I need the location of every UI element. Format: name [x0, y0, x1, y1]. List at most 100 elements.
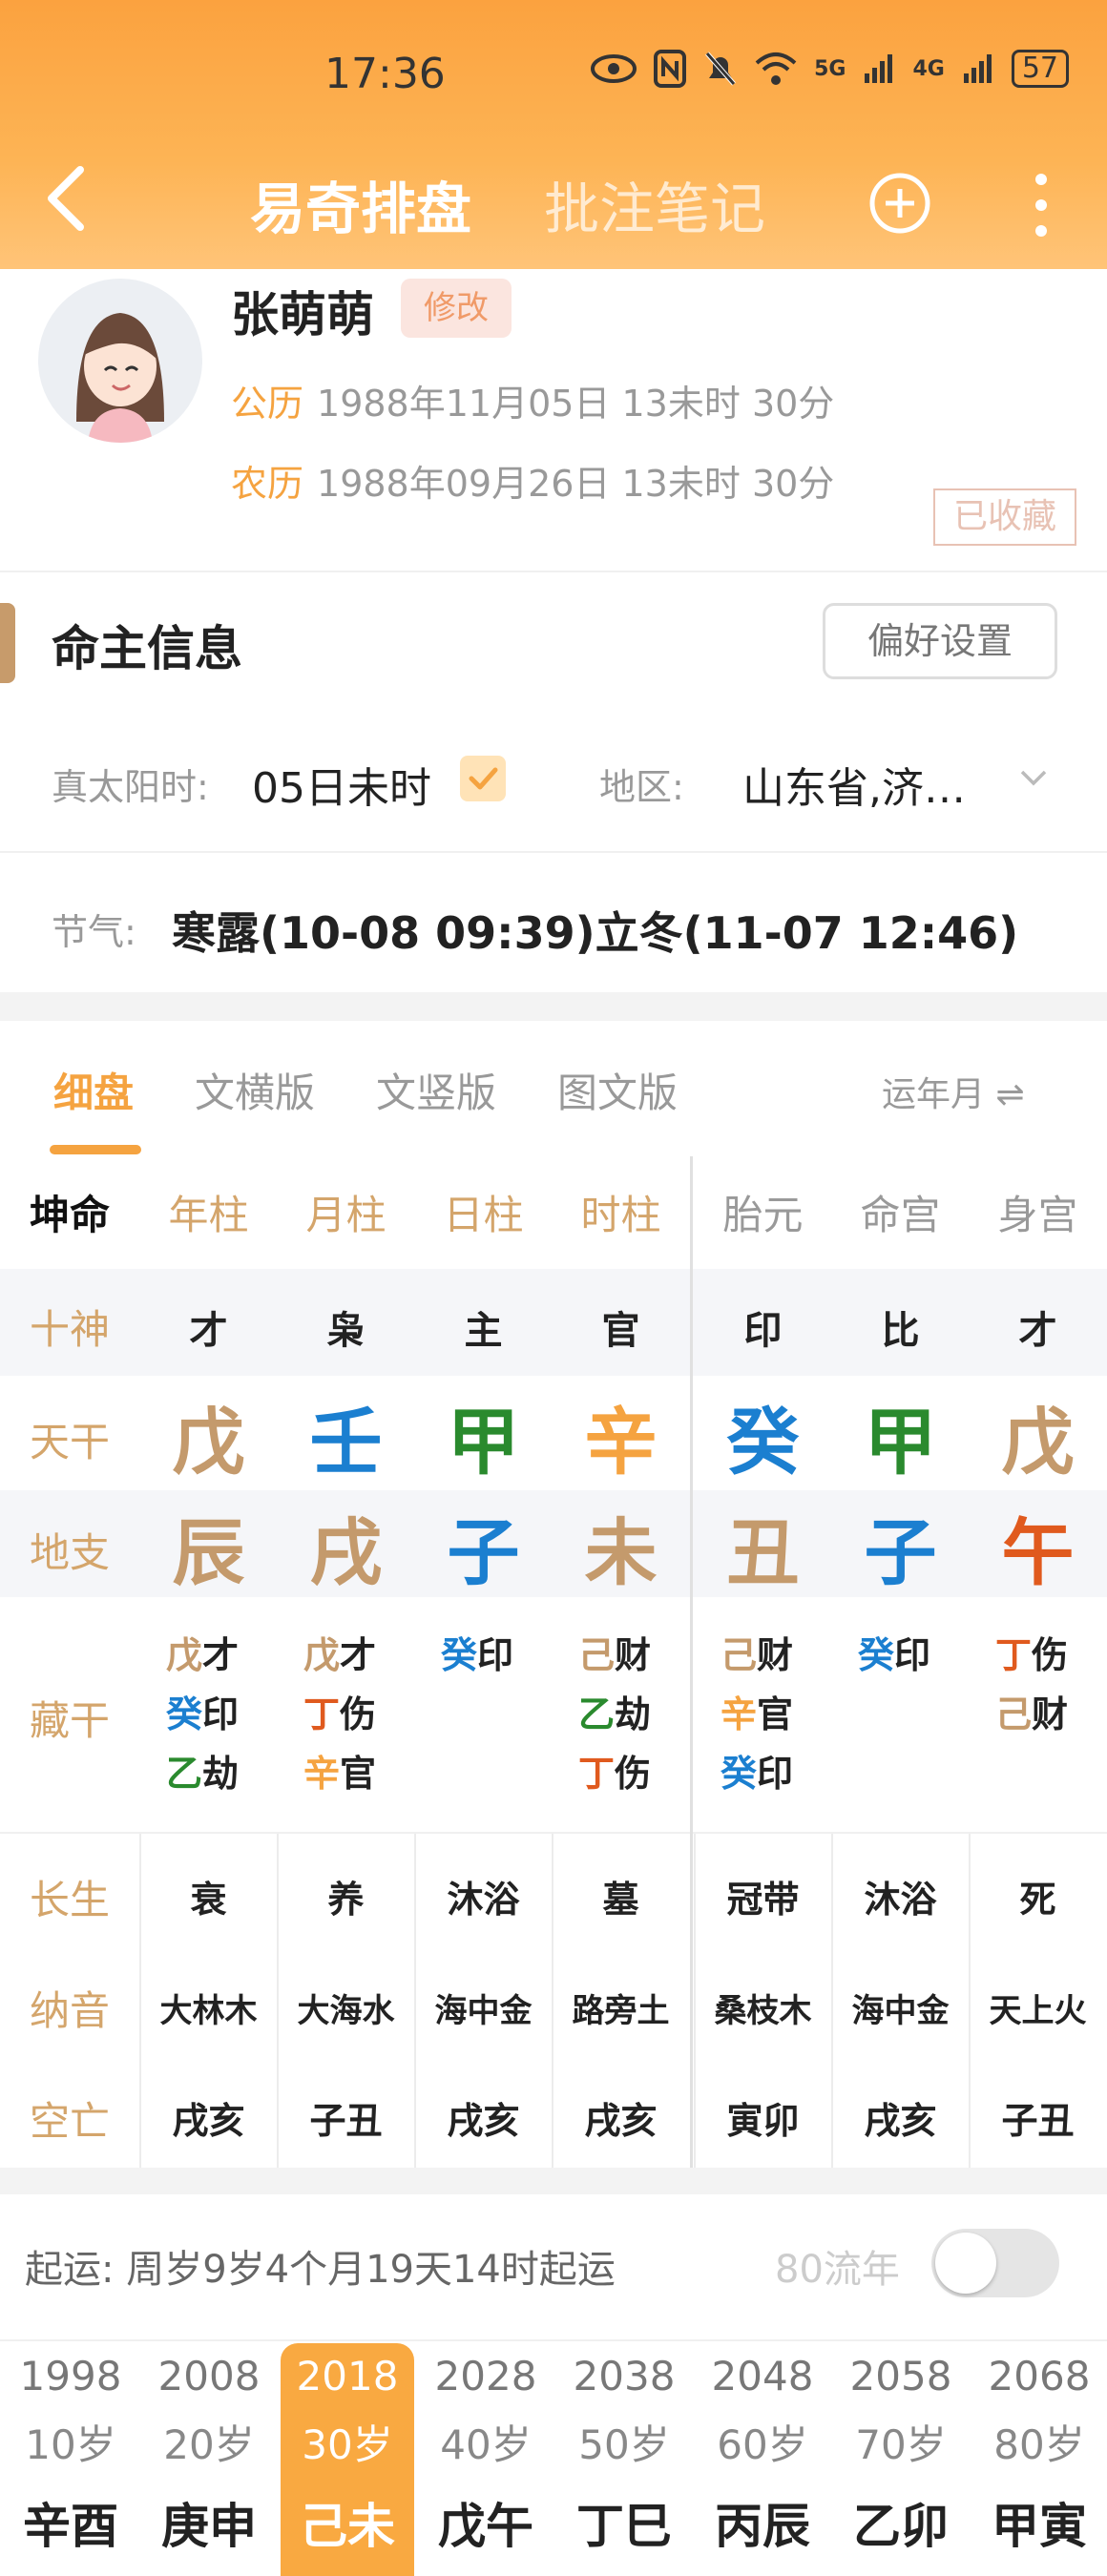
more-vertical-icon[interactable]	[1031, 170, 1052, 240]
dayun-ganzhi: 庚申	[161, 2499, 257, 2554]
tab-notes[interactable]: 批注笔记	[544, 164, 765, 244]
grid-line	[969, 1834, 971, 2168]
check-icon	[469, 767, 498, 790]
canggan-stem: 丁	[303, 1693, 341, 1735]
canggan-shishen: 财	[757, 1634, 794, 1676]
canggan-stem: 戊	[303, 1634, 341, 1676]
preference-settings-button[interactable]: 偏好设置	[823, 603, 1057, 679]
grid-line	[414, 1834, 416, 2168]
canggan-shishen: 官	[757, 1693, 794, 1735]
canggan-cell: 丁伤 己财	[995, 1626, 1100, 1744]
gender-label: 坤命	[29, 1192, 110, 1238]
solar-label: 公历	[231, 383, 304, 425]
liunian-toggle[interactable]	[931, 2229, 1059, 2297]
back-arrow-icon[interactable]	[44, 164, 86, 233]
nayin-cell: 天上火	[989, 1992, 1087, 2030]
dizhi-cell: 未	[584, 1510, 658, 1595]
changsheng-cell: 死	[1019, 1879, 1056, 1921]
profile-name: 张萌萌	[231, 287, 374, 343]
kongwang-cell: 子丑	[309, 2100, 383, 2142]
dayun-item[interactable]: 2008 20岁 庚申	[142, 2343, 276, 2576]
chevron-down-icon[interactable]	[1019, 763, 1048, 792]
canggan-stem: 癸	[166, 1693, 203, 1735]
dayun-age: 80岁	[993, 2421, 1085, 2468]
region-label: 地区:	[599, 766, 684, 808]
canggan-item: 乙劫	[166, 1744, 271, 1803]
canggan-stem: 己	[721, 1634, 758, 1676]
row-label-nayin: 纳音	[29, 1987, 110, 2034]
nayin-cell: 大林木	[159, 1992, 258, 2030]
canggan-cell: 己财 辛官 癸印	[721, 1626, 825, 1803]
shishen-cell: 才	[189, 1309, 228, 1353]
canggan-shishen: 劫	[202, 1753, 240, 1795]
canggan-stem: 辛	[721, 1693, 758, 1735]
tab-xipan[interactable]: 细盘	[53, 1061, 134, 1119]
solar-date: 1988年11月05日 13未时 30分	[317, 383, 835, 425]
dayun-item[interactable]: 2038 50岁 丁巳	[557, 2343, 691, 2576]
dayun-item[interactable]: 2068 80岁 甲寅	[972, 2343, 1106, 2576]
dayun-year: 2068	[988, 2353, 1091, 2399]
shishen-cell: 主	[464, 1309, 503, 1353]
canggan-item: 己财	[578, 1626, 683, 1685]
avatar	[38, 279, 202, 443]
tiangan-cell: 戊	[172, 1400, 245, 1485]
canggan-stem: 癸	[721, 1753, 758, 1795]
canggan-item: 戊才	[303, 1626, 408, 1685]
tiangan-cell: 壬	[309, 1400, 383, 1485]
tiangan-cell: 甲	[864, 1400, 937, 1485]
add-circle-icon[interactable]	[868, 172, 931, 235]
canggan-shishen: 劫	[615, 1693, 652, 1735]
jieqi-label: 节气:	[52, 911, 136, 953]
dayun-year: 2018	[296, 2353, 399, 2399]
dayun-item[interactable]: 2028 40岁 戊午	[419, 2343, 553, 2576]
canggan-item: 癸印	[721, 1744, 825, 1803]
dayun-item[interactable]: 1998 10岁 辛酉	[4, 2343, 137, 2576]
true-solar-value: 05日未时	[252, 764, 431, 813]
dayun-year: 2028	[434, 2353, 537, 2399]
solar-date-row: 公历 1988年11月05日 13未时 30分	[231, 374, 834, 426]
nfc-icon	[654, 50, 687, 88]
canggan-item: 戊才	[166, 1626, 271, 1685]
dayun-item[interactable]: 2048 60岁 丙辰	[696, 2343, 829, 2576]
canggan-item: 己财	[721, 1626, 825, 1685]
row-label-shishen: 十神	[29, 1306, 110, 1353]
shishen-cell: 比	[881, 1309, 920, 1353]
dayun-age: 20岁	[163, 2421, 255, 2468]
dayun-item[interactable]: 2058 70岁 乙卯	[834, 2343, 968, 2576]
column-header: 日柱	[443, 1192, 524, 1238]
tiangan-cell: 甲	[447, 1400, 520, 1485]
changsheng-cell: 冠带	[726, 1879, 800, 1921]
avatar-girl-icon	[76, 313, 164, 443]
tiangan-cell: 戊	[1001, 1400, 1075, 1485]
nayin-cell: 大海水	[297, 1992, 395, 2030]
true-solar-checkbox[interactable]	[460, 756, 506, 801]
status-icons: 5G 4G 57	[591, 50, 1069, 88]
canggan-shishen: 伤	[1032, 1634, 1069, 1676]
edit-button[interactable]: 修改	[401, 279, 512, 338]
canggan-item: 癸印	[858, 1626, 963, 1685]
kongwang-cell: 寅卯	[726, 2100, 800, 2142]
mute-bell-icon	[705, 52, 736, 86]
canggan-cell: 己财 乙劫 丁伤	[578, 1626, 683, 1803]
shishen-cell: 印	[743, 1309, 783, 1353]
changsheng-cell: 墓	[602, 1879, 639, 1921]
dizhi-cell: 戌	[309, 1510, 383, 1595]
yun-nian-yue-switch[interactable]: 运年月 ⇌	[882, 1067, 1025, 1116]
dayun-item[interactable]: 2018 30岁 己未	[281, 2343, 414, 2576]
tab-tuwen[interactable]: 图文版	[557, 1061, 678, 1119]
region-select[interactable]: 山东省,济…	[742, 754, 966, 815]
tab-wenheng[interactable]: 文横版	[195, 1061, 315, 1119]
section-marker	[0, 603, 15, 683]
kongwang-cell: 戌亥	[172, 2100, 245, 2142]
canggan-cell: 戊才 丁伤 辛官	[303, 1626, 408, 1803]
column-header: 胎元	[722, 1192, 804, 1238]
canggan-item: 辛官	[721, 1685, 825, 1744]
dayun-age: 60岁	[717, 2421, 808, 2468]
tab-paipan[interactable]: 易奇排盘	[250, 164, 471, 244]
lunar-date: 1988年09月26日 13未时 30分	[317, 463, 835, 505]
canggan-stem: 癸	[441, 1634, 478, 1676]
tab-wenshu[interactable]: 文竖版	[376, 1061, 496, 1119]
status-time: 17:36	[324, 50, 446, 98]
dayun-ganzhi: 丁巳	[576, 2499, 672, 2554]
dayun-ganzhi: 辛酉	[23, 2499, 118, 2554]
